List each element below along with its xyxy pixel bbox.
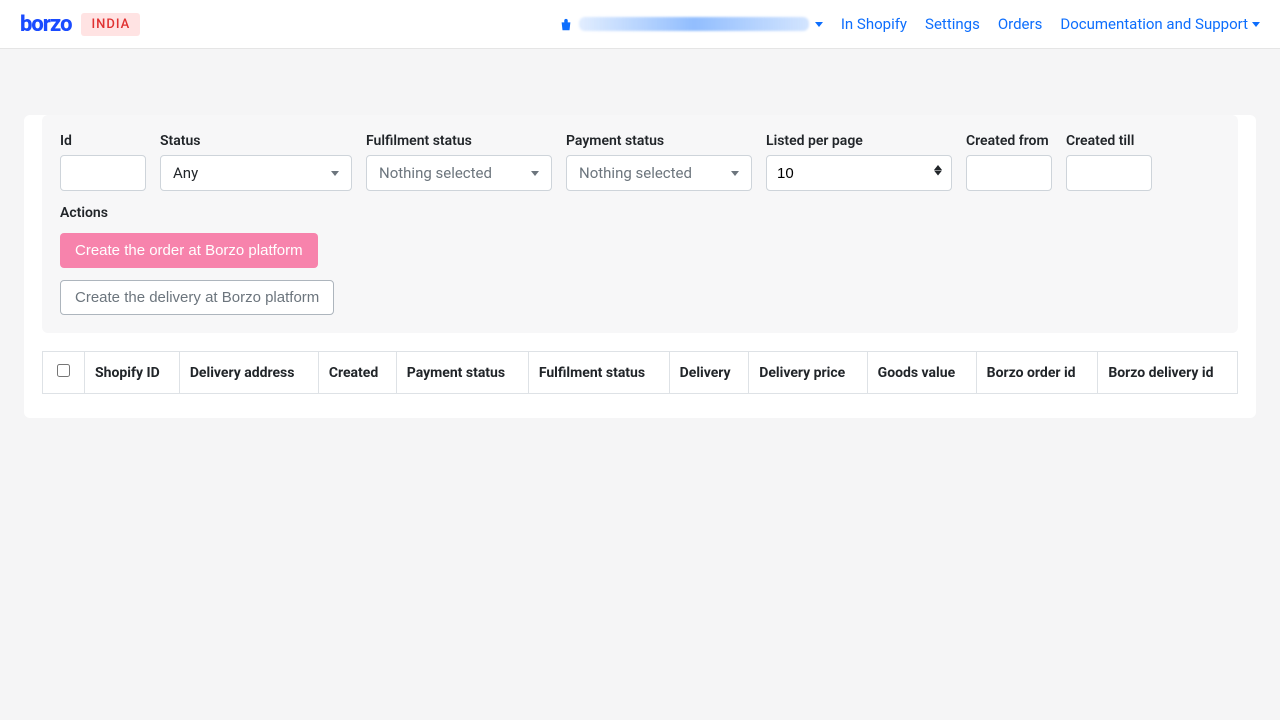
- main-container: Id Status Any Fulfilment status Nothing …: [0, 49, 1280, 442]
- actions-group: Actions Create the order at Borzo platfo…: [60, 205, 1220, 315]
- nav-in-shopify[interactable]: In Shopify: [841, 15, 907, 33]
- payment-select[interactable]: Nothing selected: [566, 155, 752, 191]
- nav-docs[interactable]: Documentation and Support: [1060, 15, 1260, 33]
- orders-card: Id Status Any Fulfilment status Nothing …: [24, 115, 1256, 418]
- filter-payment-label: Payment status: [566, 133, 752, 149]
- create-delivery-button[interactable]: Create the delivery at Borzo platform: [60, 280, 334, 315]
- col-delivery-address: Delivery address: [179, 352, 318, 394]
- filter-id-label: Id: [60, 133, 146, 149]
- created-from-input[interactable]: [966, 155, 1052, 191]
- table-header-row: Shopify ID Delivery address Created Paym…: [43, 352, 1238, 394]
- filter-status-label: Status: [160, 133, 352, 149]
- filters-panel: Id Status Any Fulfilment status Nothing …: [42, 115, 1238, 333]
- nav-orders[interactable]: Orders: [998, 15, 1043, 33]
- filter-status: Status Any: [160, 133, 352, 191]
- id-input[interactable]: [60, 155, 146, 191]
- region-badge: INDIA: [81, 13, 140, 36]
- filter-created-till: Created till: [1066, 133, 1152, 191]
- filter-listed-label: Listed per page: [766, 133, 952, 149]
- header-right: In Shopify Settings Orders Documentation…: [559, 15, 1260, 33]
- nav-settings[interactable]: Settings: [925, 15, 980, 33]
- filter-payment: Payment status Nothing selected: [566, 133, 752, 191]
- filter-created-from-label: Created from: [966, 133, 1052, 149]
- filter-created-till-label: Created till: [1066, 133, 1152, 149]
- caret-down-icon: [815, 22, 823, 27]
- filter-created-from: Created from: [966, 133, 1052, 191]
- col-delivery-price: Delivery price: [749, 352, 867, 394]
- listed-per-page-select[interactable]: 10: [766, 155, 952, 191]
- payment-select-value: Nothing selected: [579, 164, 692, 182]
- select-all-checkbox[interactable]: [57, 364, 70, 377]
- filter-id: Id: [60, 133, 146, 191]
- caret-down-icon: [531, 171, 539, 176]
- select-all-cell: [43, 352, 85, 394]
- col-payment-status: Payment status: [396, 352, 528, 394]
- fulfilment-select-value: Nothing selected: [379, 164, 492, 182]
- actions-label: Actions: [60, 205, 1220, 221]
- caret-down-icon: [731, 171, 739, 176]
- app-header: borzo INDIA In Shopify Settings Orders D…: [0, 0, 1280, 49]
- orders-table-wrap: Shopify ID Delivery address Created Paym…: [42, 351, 1238, 394]
- col-delivery: Delivery: [669, 352, 749, 394]
- shop-name-redacted: [579, 17, 809, 31]
- col-fulfilment-status: Fulfilment status: [528, 352, 669, 394]
- logo: borzo: [20, 12, 71, 37]
- caret-down-icon: [1252, 22, 1260, 27]
- filter-listed: Listed per page 10: [766, 133, 952, 191]
- created-till-input[interactable]: [1066, 155, 1152, 191]
- status-select-value: Any: [173, 164, 198, 182]
- shopping-bag-icon: [559, 18, 573, 30]
- status-select[interactable]: Any: [160, 155, 352, 191]
- col-created: Created: [318, 352, 396, 394]
- col-borzo-order-id: Borzo order id: [976, 352, 1098, 394]
- col-goods-value: Goods value: [867, 352, 976, 394]
- orders-table: Shopify ID Delivery address Created Paym…: [42, 351, 1238, 394]
- header-left: borzo INDIA: [20, 12, 140, 37]
- shop-dropdown[interactable]: [559, 17, 823, 31]
- col-shopify-id: Shopify ID: [85, 352, 180, 394]
- create-order-button[interactable]: Create the order at Borzo platform: [60, 233, 318, 268]
- fulfilment-select[interactable]: Nothing selected: [366, 155, 552, 191]
- filter-fulfilment-label: Fulfilment status: [366, 133, 552, 149]
- caret-down-icon: [331, 171, 339, 176]
- nav-docs-label: Documentation and Support: [1060, 15, 1248, 33]
- col-borzo-delivery-id: Borzo delivery id: [1098, 352, 1238, 394]
- filter-fulfilment: Fulfilment status Nothing selected: [366, 133, 552, 191]
